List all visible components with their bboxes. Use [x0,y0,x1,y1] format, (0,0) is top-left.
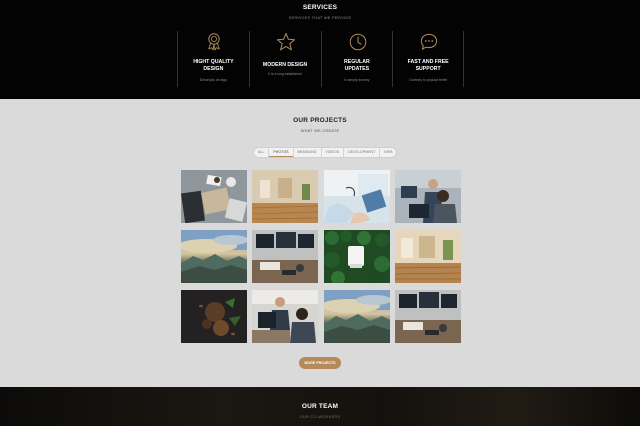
team-section: OUR TEAM OUR CO-WORKERS [0,387,640,426]
clock-icon [349,33,366,51]
wooden-table-bar-photo[interactable] [394,230,461,283]
filter-web[interactable]: WEB [380,148,396,157]
award-ribbon-icon [208,33,220,51]
service-item-support: FAST AND FREE SUPPORT Contrary to popula… [392,31,464,87]
service-title-line: FAST AND FREE [407,59,449,65]
project-filter-bar: ALL PHOTOS BRANDING VIDEOS DEVELOPMENT W… [253,147,398,158]
service-desc: Contrary to popular belief [409,78,448,82]
filter-branding[interactable]: BRANDING [294,148,322,157]
service-desc: Descrição de algo [199,78,227,82]
man-at-computer-photo[interactable] [394,170,461,223]
man-at-computer-photo[interactable] [252,290,319,343]
service-title: MODERN DESIGN [262,62,308,68]
filter-development[interactable]: DEVELOPMENT [344,148,381,157]
services-title: SERVICES [302,4,338,11]
coffee-beans-photo[interactable] [181,290,247,343]
service-title: FAST AND FREE SUPPORT [393,59,463,73]
service-title-line: DESIGN [203,66,224,72]
filter-photos[interactable]: PHOTOS [269,148,294,157]
services-subtitle: SERVICES THAT WE PROVIDE [288,15,352,20]
projects-section: OUR PROJECTS WHAT WE CREATE ALL PHOTOS B… [0,99,640,387]
mountain-landscape-photo[interactable] [181,230,247,283]
filter-videos[interactable]: VIDEOS [322,148,345,157]
desk-with-monitors-photo[interactable] [394,290,461,343]
more-projects-button[interactable]: MORE PROJECTS [299,357,341,369]
projects-subtitle: WHAT WE CREATE [300,128,340,133]
service-title-line: REGULAR [344,59,370,65]
mountain-landscape-photo[interactable] [323,290,390,343]
wooden-table-bar-photo[interactable] [252,170,319,223]
desk-laptop-notebook-photo[interactable] [181,170,247,223]
services-list: HIGHT QUALITY DESIGN Descrição de algo M… [177,31,464,87]
team-subtitle: OUR CO-WORKERS [299,414,341,419]
project-grid [181,170,461,344]
service-title: HIGHT QUALITY DESIGN [178,59,249,73]
star-icon [276,33,295,51]
projects-title: OUR PROJECTS [293,117,347,124]
team-title: OUR TEAM [301,403,339,410]
service-item-modern: MODERN DESIGN It is a long established [248,31,321,87]
service-item-quality: HIGHT QUALITY DESIGN Descrição de algo [177,31,249,87]
service-title: REGULAR UPDATES [322,59,393,73]
chat-bubble-icon [421,33,438,50]
service-desc: Is simply dummy [344,78,370,82]
services-section: SERVICES SERVICES THAT WE PROVIDE HIGHT … [0,0,640,99]
service-item-updates: REGULAR UPDATES Is simply dummy [320,31,393,87]
filter-all[interactable]: ALL [254,148,270,157]
service-title-line: HIGHT QUALITY [193,59,234,65]
hands-on-laptop-photo[interactable] [323,170,390,223]
service-title-line: SUPPORT [415,66,441,72]
service-title-line: UPDATES [344,66,370,72]
white-object-on-green-leaves-photo[interactable] [323,230,390,283]
desk-with-monitors-photo[interactable] [252,230,319,283]
service-desc: It is a long established [268,72,302,76]
